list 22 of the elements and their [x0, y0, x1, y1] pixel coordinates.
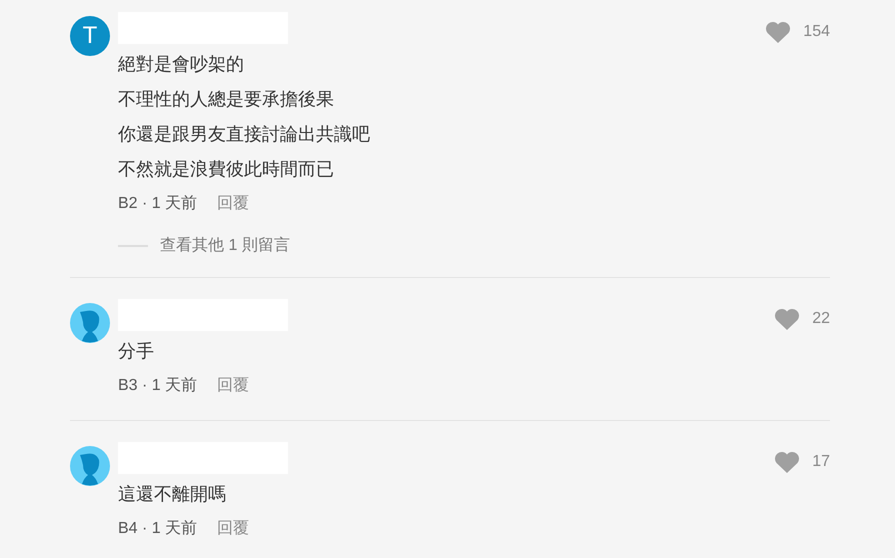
- floor-time: B3 · 1 天前: [118, 376, 198, 396]
- comment-line: 不理性的人總是要承擔後果: [118, 88, 335, 111]
- reply-link[interactable]: 回覆: [217, 374, 250, 398]
- reply-link[interactable]: 回覆: [217, 517, 250, 541]
- like-count: 154: [803, 22, 830, 42]
- comment-line: 絕對是會吵架的: [118, 53, 245, 76]
- avatar-icon: [70, 446, 110, 486]
- floor-time: B2 · 1 天前: [118, 194, 198, 214]
- comment-line: 這還不離開嗎: [118, 483, 226, 506]
- avatar-icon: [70, 303, 110, 343]
- view-more-replies-link[interactable]: 查看其他 1 則留言: [160, 234, 290, 258]
- comment-line: 分手: [118, 340, 154, 363]
- heart-icon[interactable]: [774, 451, 800, 473]
- like-count: 17: [812, 452, 830, 472]
- like-count: 22: [812, 309, 830, 329]
- reply-link[interactable]: 回覆: [217, 192, 250, 216]
- floor-time: B4 · 1 天前: [118, 519, 198, 539]
- avatar: T: [70, 16, 110, 56]
- comment-line: 你還是跟男友直接討論出共識吧: [118, 123, 370, 146]
- heart-icon[interactable]: [765, 21, 792, 43]
- heart-icon[interactable]: [774, 308, 800, 330]
- comment-line: 不然就是浪費彼此時間而已: [118, 158, 335, 181]
